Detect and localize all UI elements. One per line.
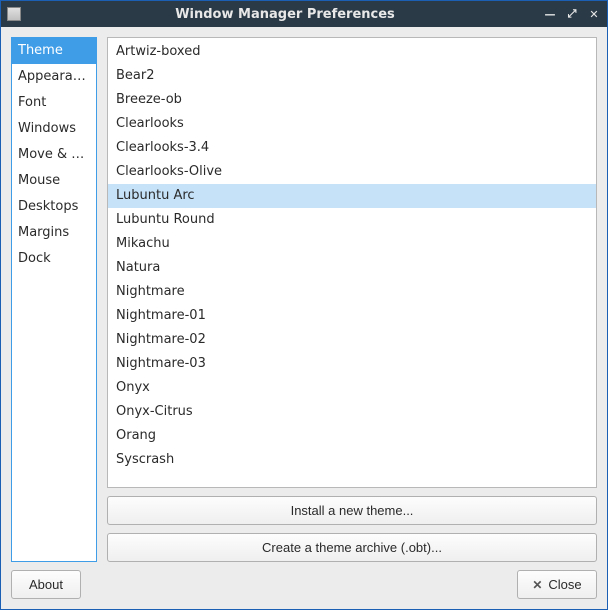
maximize-icon[interactable]: ⤢ — [565, 7, 579, 21]
list-item[interactable]: Lubuntu Arc — [108, 184, 596, 208]
sidebar-item[interactable]: Appearance — [12, 64, 96, 90]
close-button-label: Close — [548, 577, 581, 592]
list-item[interactable]: Nightmare — [108, 280, 596, 304]
close-icon[interactable]: ✕ — [587, 7, 601, 21]
sidebar-item[interactable]: Move & Resize — [12, 142, 96, 168]
content: Artwiz-boxedBear2Breeze-obClearlooksClea… — [107, 37, 597, 562]
list-item[interactable]: Natura — [108, 256, 596, 280]
list-item[interactable]: Breeze-ob — [108, 88, 596, 112]
list-item[interactable]: Orang — [108, 424, 596, 448]
create-archive-button[interactable]: Create a theme archive (.obt)... — [107, 533, 597, 562]
list-item[interactable]: Onyx-Citrus — [108, 400, 596, 424]
window: Window Manager Preferences — ⤢ ✕ ThemeAp… — [0, 0, 608, 610]
footer: About ✕ Close — [11, 570, 597, 599]
sidebar-item[interactable]: Margins — [12, 220, 96, 246]
list-item[interactable]: Nightmare-03 — [108, 352, 596, 376]
titlebar: Window Manager Preferences — ⤢ ✕ — [1, 1, 607, 27]
sidebar-item[interactable]: Theme — [12, 38, 96, 64]
list-item[interactable]: Mikachu — [108, 232, 596, 256]
minimize-icon[interactable]: — — [543, 7, 557, 21]
close-x-icon: ✕ — [532, 578, 542, 592]
list-item[interactable]: Nightmare-02 — [108, 328, 596, 352]
window-icon — [7, 7, 21, 21]
list-item[interactable]: Syscrash — [108, 448, 596, 472]
list-item[interactable]: Bear2 — [108, 64, 596, 88]
sidebar-item[interactable]: Mouse — [12, 168, 96, 194]
sidebar-item[interactable]: Font — [12, 90, 96, 116]
window-controls: — ⤢ ✕ — [543, 7, 601, 21]
list-item[interactable]: Clearlooks-Olive — [108, 160, 596, 184]
window-title: Window Manager Preferences — [27, 7, 543, 22]
list-item[interactable]: Clearlooks — [108, 112, 596, 136]
install-theme-button[interactable]: Install a new theme... — [107, 496, 597, 525]
list-item[interactable]: Artwiz-boxed — [108, 40, 596, 64]
theme-list[interactable]: Artwiz-boxedBear2Breeze-obClearlooksClea… — [107, 37, 597, 488]
list-item[interactable]: Nightmare-01 — [108, 304, 596, 328]
about-button[interactable]: About — [11, 570, 81, 599]
list-item[interactable]: Lubuntu Round — [108, 208, 596, 232]
window-body: ThemeAppearanceFontWindowsMove & ResizeM… — [1, 27, 607, 609]
sidebar-item[interactable]: Dock — [12, 246, 96, 272]
sidebar-item[interactable]: Desktops — [12, 194, 96, 220]
sidebar: ThemeAppearanceFontWindowsMove & ResizeM… — [11, 37, 97, 562]
main-area: ThemeAppearanceFontWindowsMove & ResizeM… — [11, 37, 597, 562]
sidebar-item[interactable]: Windows — [12, 116, 96, 142]
list-item[interactable]: Onyx — [108, 376, 596, 400]
list-item[interactable]: Clearlooks-3.4 — [108, 136, 596, 160]
close-button[interactable]: ✕ Close — [517, 570, 597, 599]
